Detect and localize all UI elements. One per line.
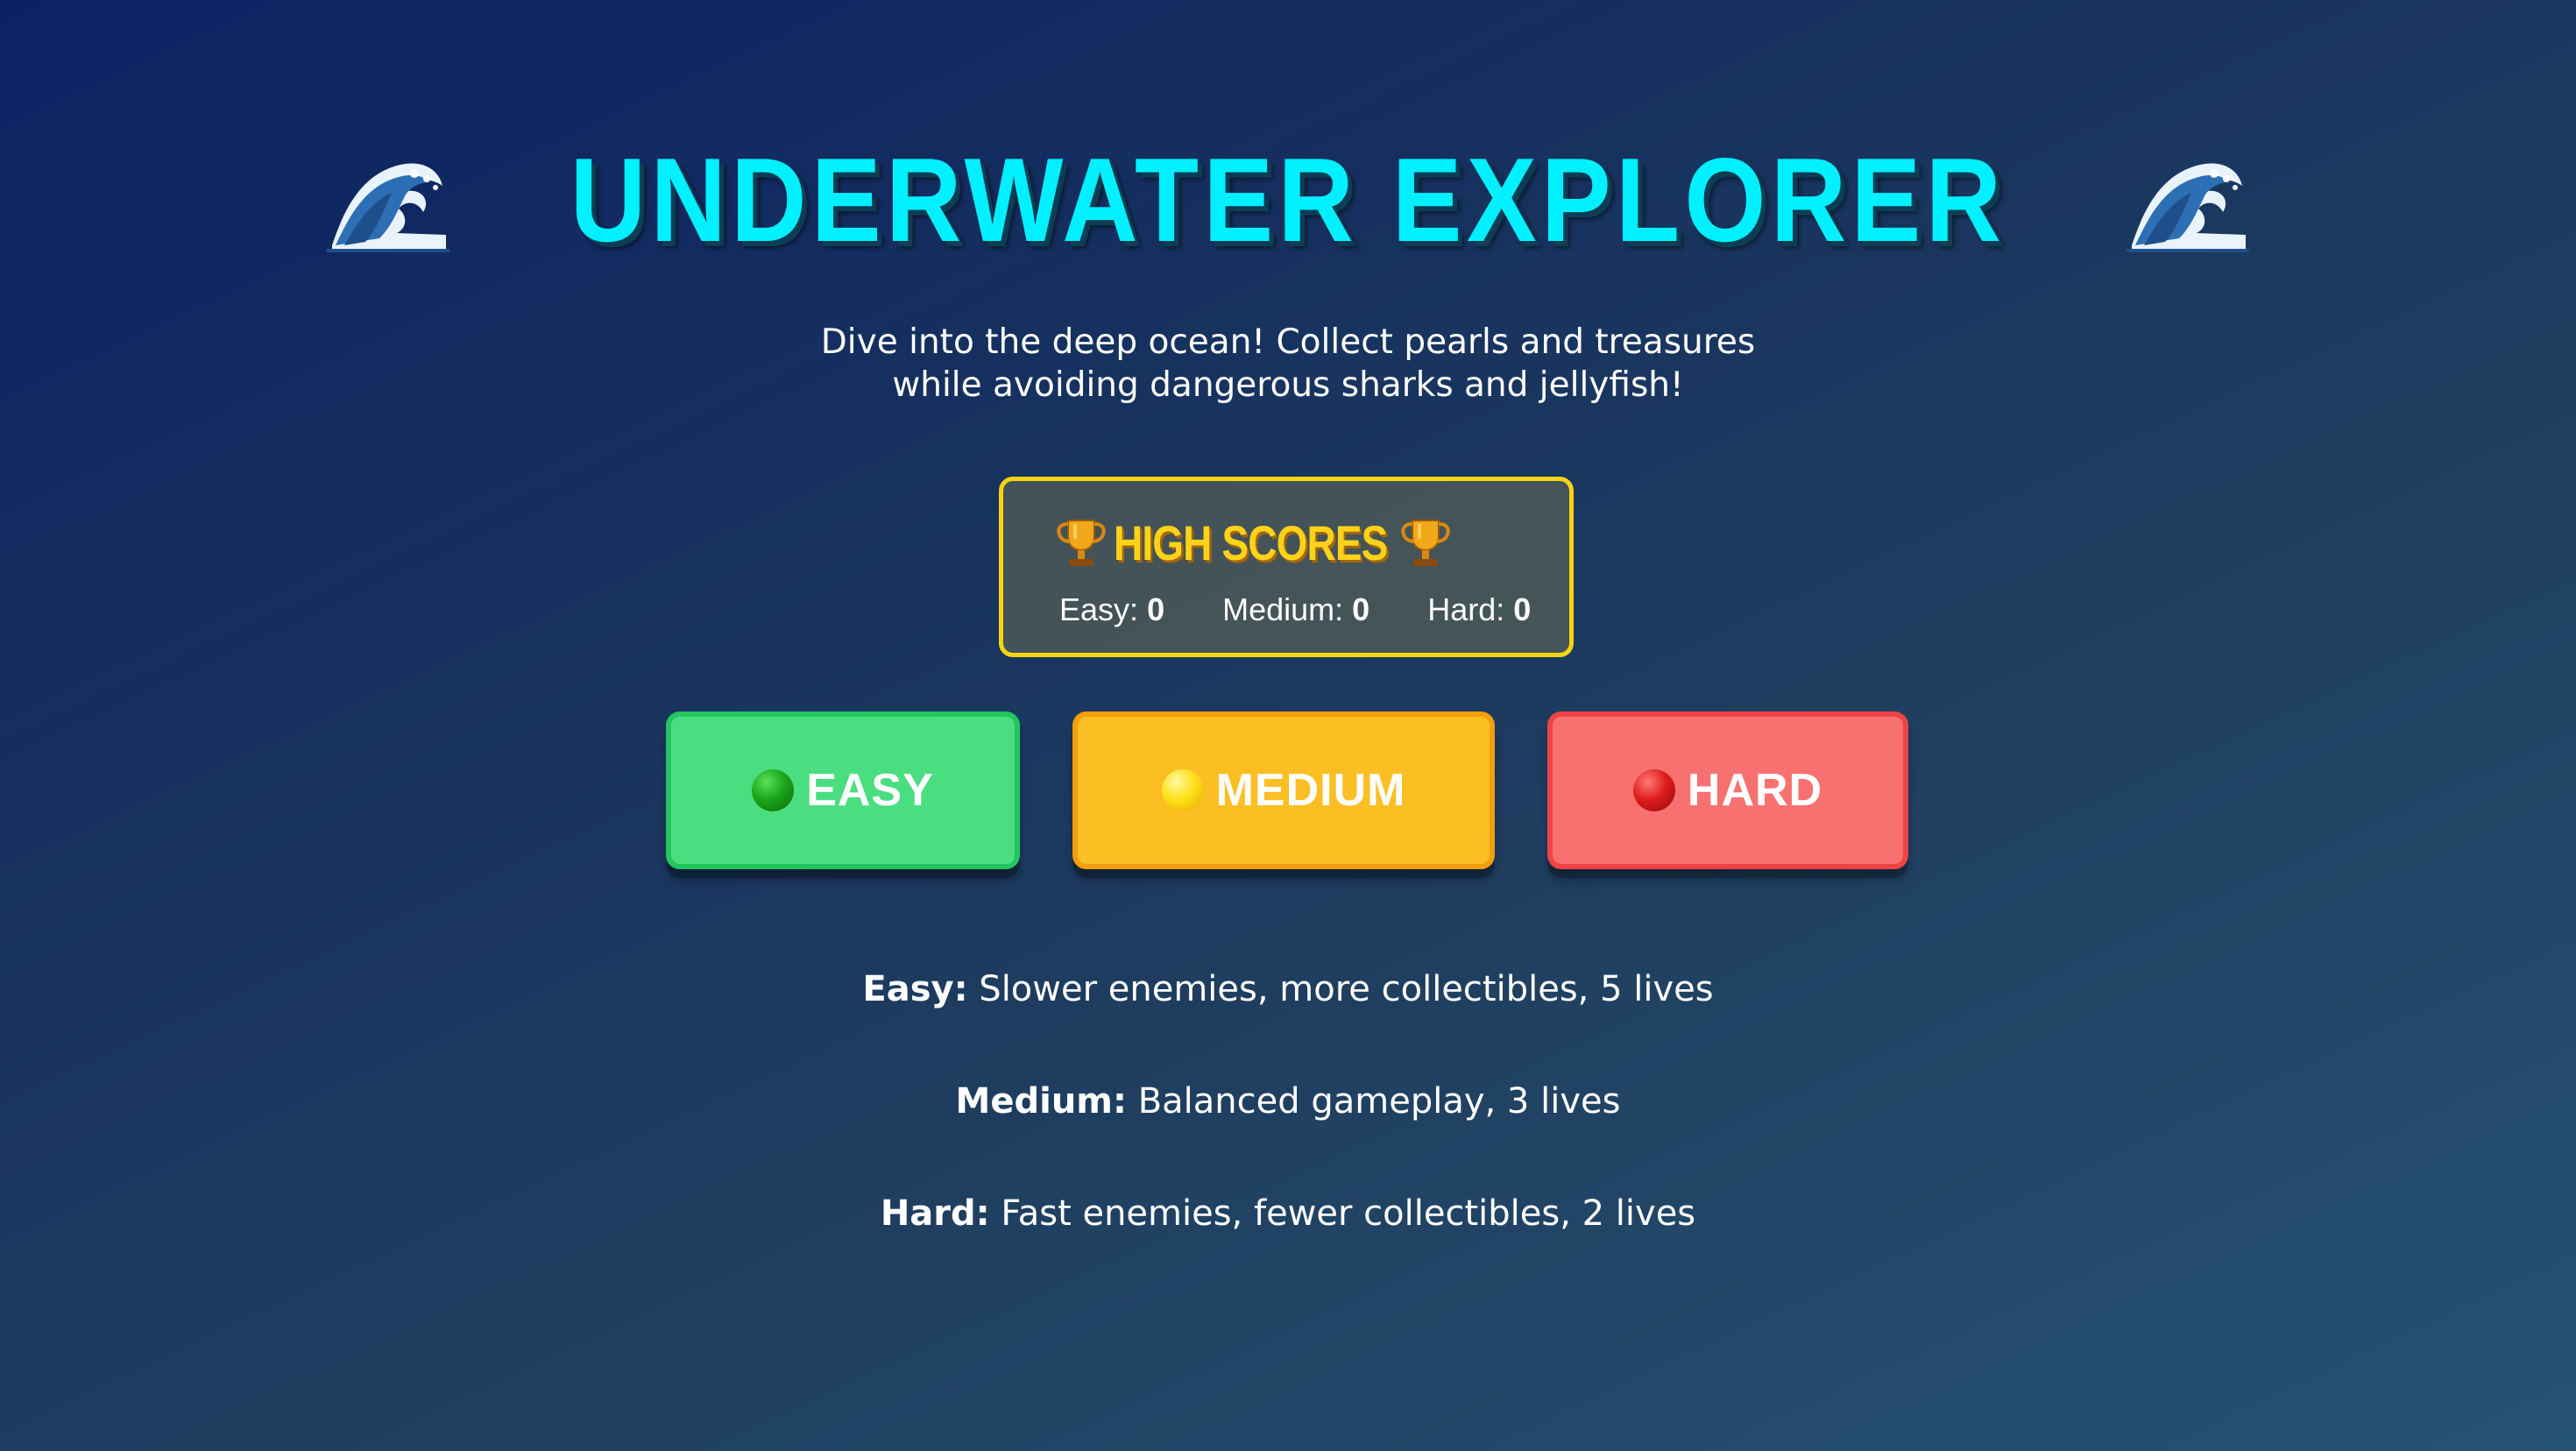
description-label: Medium:	[955, 1081, 1127, 1122]
description-label: Hard:	[880, 1193, 990, 1234]
trophy-icon	[1400, 517, 1451, 570]
trophy-icon	[1056, 517, 1107, 570]
yellow-circle-icon	[1161, 769, 1204, 811]
subtitle-line: Dive into the deep ocean! Collect pearls…	[820, 322, 1756, 362]
medium-button[interactable]: MEDIUM	[1072, 711, 1495, 869]
red-circle-icon	[1632, 769, 1675, 811]
score-value: 0	[1513, 591, 1532, 627]
start-screen: UNDERWATER EXPLORER Dive into the deep o…	[0, 0, 2576, 1451]
hard-button-label: HARD	[1687, 765, 1823, 816]
game-subtitle: Dive into the deep ocean! Collect pearls…	[0, 321, 2576, 407]
description-text: Balanced gameplay, 3 lives	[1137, 1081, 1621, 1122]
medium-description: Medium: Balanced gameplay, 3 lives	[0, 1081, 2576, 1122]
easy-button[interactable]: EASY	[666, 711, 1020, 869]
score-value: 0	[1147, 591, 1165, 627]
easy-button-label: EASY	[806, 765, 934, 816]
wave-icon	[326, 147, 449, 252]
description-text: Fast enemies, fewer collectibles, 2 live…	[1001, 1193, 1696, 1234]
score-label: Medium:	[1222, 591, 1344, 627]
score-hard: Hard: 0	[1427, 591, 1531, 627]
score-easy: Easy: 0	[1059, 591, 1164, 627]
wave-icon	[2127, 147, 2249, 252]
high-scores-header: HIGH SCORES	[1056, 514, 1451, 571]
description-label: Easy:	[862, 969, 968, 1009]
medium-button-label: MEDIUM	[1215, 765, 1406, 816]
high-scores-values: Easy: 0 Medium: 0 Hard: 0	[1059, 591, 1531, 628]
description-text: Slower enemies, more collectibles, 5 liv…	[979, 969, 1714, 1009]
title-row: UNDERWATER EXPLORER	[0, 140, 2576, 259]
score-label: Hard:	[1427, 591, 1505, 627]
game-title: UNDERWATER EXPLORER	[570, 133, 2006, 266]
subtitle-line: while avoiding dangerous sharks and jell…	[892, 365, 1684, 405]
score-medium: Medium: 0	[1222, 591, 1369, 627]
high-scores-panel: HIGH SCORES Easy: 0 Medium: 0 Hard: 0	[999, 477, 1574, 657]
high-scores-title: HIGH SCORES	[1114, 515, 1388, 570]
score-value: 0	[1352, 591, 1370, 627]
score-label: Easy:	[1059, 591, 1139, 627]
hard-button[interactable]: HARD	[1547, 711, 1908, 869]
green-circle-icon	[752, 769, 795, 811]
hard-description: Hard: Fast enemies, fewer collectibles, …	[0, 1193, 2576, 1234]
easy-description: Easy: Slower enemies, more collectibles,…	[0, 969, 2576, 1009]
